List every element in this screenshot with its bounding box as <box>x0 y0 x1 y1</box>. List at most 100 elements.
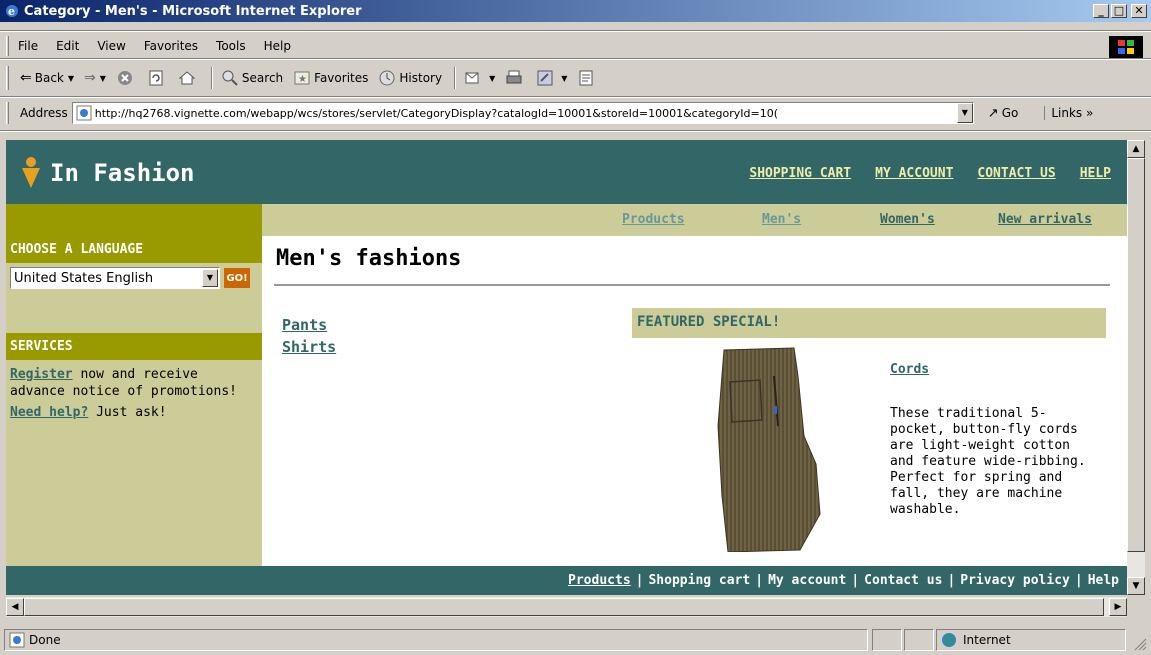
close-button[interactable]: ✕ <box>1131 4 1147 18</box>
ie-logo-icon: e <box>6 5 18 18</box>
menu-file[interactable]: File <box>18 39 38 53</box>
mail-icon <box>465 72 479 84</box>
vertical-scroll-thumb[interactable] <box>1127 158 1145 552</box>
horizontal-scrollbar[interactable]: ◀ ▶ <box>6 597 1127 617</box>
scroll-right-icon[interactable]: ▶ <box>1109 598 1127 616</box>
nav-contact-us[interactable]: CONTACT US <box>977 166 1055 181</box>
discuss-icon <box>579 70 593 86</box>
nav-help[interactable]: HELP <box>1080 166 1111 181</box>
go-label: Go <box>1001 106 1019 120</box>
windows-logo-icon <box>1109 36 1143 58</box>
site-logo[interactable]: In Fashion <box>20 156 195 190</box>
sub-navigation: Products Men's Women's New arrivals <box>262 204 1127 236</box>
footer-separator: | <box>635 573 644 588</box>
search-button[interactable]: Search <box>221 69 283 87</box>
resize-grip-icon[interactable] <box>1133 637 1147 651</box>
standard-toolbar: ⇐ Back ▼ ⇒ ▼ Search ★ Favorites History … <box>0 60 1151 96</box>
scroll-down-icon[interactable]: ▼ <box>1127 577 1145 595</box>
search-label: Search <box>241 71 284 85</box>
back-arrow-icon: ⇐ <box>20 70 32 86</box>
address-input[interactable]: http://hq2768.vignette.com/webapp/wcs/st… <box>71 102 974 124</box>
links-toolbar[interactable]: Links » <box>1044 106 1093 120</box>
edit-dropdown-icon[interactable]: ▼ <box>561 74 567 83</box>
status-cell <box>872 629 902 651</box>
back-button[interactable]: ⇐ Back ▼ <box>20 70 74 86</box>
mail-dropdown-icon[interactable]: ▼ <box>489 74 495 83</box>
footer-products[interactable]: Products <box>568 573 631 588</box>
forward-button[interactable]: ⇒ ▼ <box>84 70 106 86</box>
help-text: Just ask! <box>88 405 167 420</box>
status-bar: Done Internet <box>0 626 1151 655</box>
menu-view[interactable]: View <box>97 39 125 53</box>
home-button[interactable] <box>178 69 199 87</box>
print-button[interactable] <box>505 69 526 87</box>
minimize-button[interactable]: _ <box>1093 4 1109 18</box>
horizontal-scroll-thumb[interactable] <box>24 598 1104 616</box>
language-go-button[interactable]: GO! <box>224 268 250 288</box>
left-sidebar: CHOOSE A LANGUAGE United States English … <box>6 204 262 566</box>
footer-shopping-cart[interactable]: Shopping cart <box>648 573 750 588</box>
status-cell <box>904 629 934 651</box>
forward-dropdown-icon[interactable]: ▼ <box>100 74 106 83</box>
print-icon <box>506 70 522 84</box>
home-icon <box>178 71 196 85</box>
forward-arrow-icon: ⇒ <box>84 70 96 86</box>
favorites-button[interactable]: ★ Favorites <box>293 69 368 87</box>
history-button[interactable]: History <box>378 69 442 87</box>
history-label: History <box>399 71 443 85</box>
nav-my-account[interactable]: MY ACCOUNT <box>875 166 953 181</box>
window-titlebar: e Category - Men's - Microsoft Internet … <box>0 0 1151 22</box>
footer-privacy-policy[interactable]: Privacy policy <box>960 573 1070 588</box>
footer-help[interactable]: Help <box>1088 573 1119 588</box>
product-name-link[interactable]: Cords <box>890 362 929 377</box>
maximize-button[interactable]: □ <box>1111 4 1127 18</box>
scroll-up-icon[interactable]: ▲ <box>1127 140 1145 158</box>
footer-separator: | <box>1074 573 1083 588</box>
scroll-left-icon[interactable]: ◀ <box>6 598 24 616</box>
cords-product-image[interactable] <box>698 346 830 552</box>
favorites-icon: ★ <box>294 71 310 85</box>
go-arrow-icon: ↗ <box>987 105 999 121</box>
footer-my-account[interactable]: My account <box>768 573 846 588</box>
brand-logo-icon <box>22 157 40 188</box>
menu-tools[interactable]: Tools <box>216 39 246 53</box>
subnav-products[interactable]: Products <box>622 212 685 227</box>
site-header: In Fashion SHOPPING CART MY ACCOUNT CONT… <box>6 140 1127 204</box>
refresh-icon <box>149 70 163 86</box>
mail-button[interactable]: ▼ <box>464 69 495 87</box>
footer-contact-us[interactable]: Contact us <box>864 573 942 588</box>
viewport-divider <box>0 130 1151 132</box>
page-title: Men's fashions <box>276 246 462 271</box>
category-pants[interactable]: Pants <box>282 314 336 336</box>
stop-button[interactable] <box>116 69 137 87</box>
menu-favorites[interactable]: Favorites <box>144 39 198 53</box>
address-dropdown-icon[interactable]: ▼ <box>956 103 973 123</box>
subnav-new-arrivals[interactable]: New arrivals <box>998 212 1092 227</box>
edit-icon <box>537 70 553 86</box>
toolbar-separator <box>210 67 213 89</box>
vertical-scrollbar[interactable]: ▲ ▼ <box>1127 140 1145 595</box>
back-dropdown-icon[interactable]: ▼ <box>68 74 74 83</box>
page-status-icon <box>9 632 25 648</box>
need-help-link[interactable]: Need help? <box>10 405 88 420</box>
status-text: Done <box>29 633 61 647</box>
category-shirts[interactable]: Shirts <box>282 336 336 358</box>
menu-edit[interactable]: Edit <box>56 39 79 53</box>
page-viewport: In Fashion SHOPPING CART MY ACCOUNT CONT… <box>6 140 1127 595</box>
subnav-mens[interactable]: Men's <box>762 212 801 227</box>
go-button[interactable]: ↗ Go <box>988 106 1019 121</box>
brand-name: In Fashion <box>50 159 195 187</box>
svg-text:★: ★ <box>298 74 307 85</box>
refresh-button[interactable] <box>147 69 168 87</box>
address-grip <box>6 102 9 124</box>
menu-help[interactable]: Help <box>264 39 291 53</box>
nav-shopping-cart[interactable]: SHOPPING CART <box>749 166 851 181</box>
edit-button[interactable]: ▼ <box>536 69 567 87</box>
register-link[interactable]: Register <box>10 367 73 382</box>
subnav-womens[interactable]: Women's <box>880 212 935 227</box>
title-divider <box>274 284 1110 286</box>
language-select[interactable]: United States English ▼ <box>10 267 220 289</box>
featured-heading: FEATURED SPECIAL! <box>632 308 1106 338</box>
language-dropdown-icon[interactable]: ▼ <box>202 269 218 287</box>
discuss-button[interactable] <box>577 69 598 87</box>
